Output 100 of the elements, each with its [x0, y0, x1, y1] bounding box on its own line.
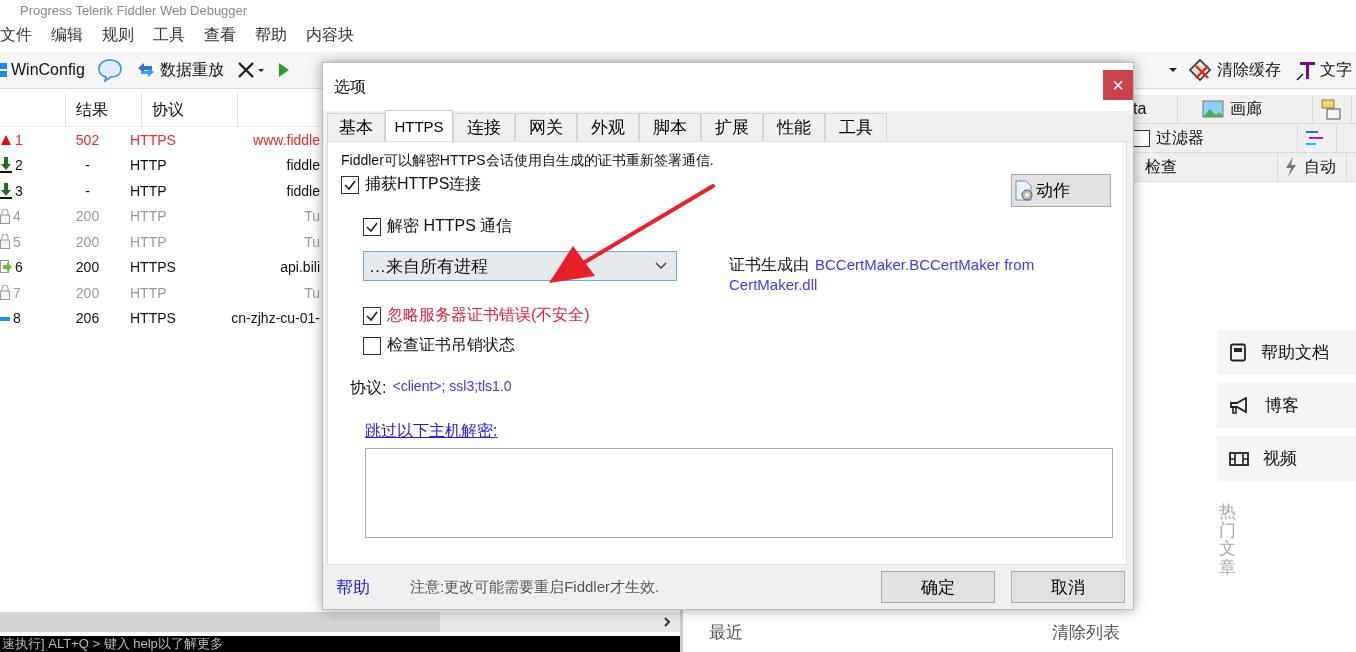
dialog-button[interactable]: 确定 — [881, 571, 995, 603]
side-link[interactable]: 帮助文档 — [1217, 330, 1356, 375]
tab[interactable]: 网关 — [515, 113, 577, 141]
table-cell-text: 200 — [74, 259, 101, 276]
column-header[interactable]: 结果 — [66, 94, 142, 126]
table-cell-text: HTTP — [129, 284, 168, 301]
remove-icon — [235, 60, 266, 80]
session-number: 4 — [13, 208, 21, 225]
tab[interactable]: 基本 — [327, 113, 385, 141]
download-icon — [0, 182, 12, 199]
note-text: 注意:更改可能需要重启Fiddler才生效. — [410, 577, 661, 597]
table-cell-text: HTTP — [129, 208, 168, 225]
tab[interactable]: 脚本 — [639, 113, 701, 141]
book-icon — [1229, 342, 1247, 363]
window-title: Progress Telerik Fiddler Web Debugger — [20, 4, 248, 18]
table-cell-text: Tu — [303, 284, 320, 301]
tab[interactable]: 画廊 — [1178, 95, 1313, 123]
process-dropdown[interactable]: …来自所有进程 — [363, 251, 677, 281]
table-cell-text: 206 — [74, 310, 101, 327]
table-cell-text: api.bili — [279, 259, 320, 276]
play-icon — [277, 61, 290, 79]
document-gear-icon — [1014, 178, 1036, 203]
text-icon — [1295, 59, 1317, 81]
tab[interactable]: 性能 — [763, 113, 825, 141]
toolbar-button[interactable]: WinConfig — [0, 59, 89, 81]
lightning-icon — [1284, 157, 1298, 177]
download-icon — [0, 157, 12, 174]
timeline-icon — [1304, 130, 1326, 146]
table-cell-text: 200 — [74, 208, 101, 225]
toolbar-button[interactable]: 数据重放 — [130, 57, 228, 83]
column-header[interactable]: 协议 — [142, 94, 238, 126]
tab[interactable]: 工具 — [825, 113, 887, 141]
checkbox[interactable]: 检查证书吊销状态 — [363, 335, 515, 356]
table-cell-text: HTTPS — [129, 131, 177, 148]
table-cell-text: HTTP — [129, 233, 168, 250]
protocols-value: <client>; ssl3;tls1.0 — [392, 378, 512, 396]
caret-icon[interactable] — [1168, 66, 1178, 74]
table-cell-text: fiddle — [285, 182, 320, 199]
section-label: 热门文章 — [1219, 503, 1236, 578]
action-button[interactable]: 动作 — [1011, 174, 1111, 207]
table-cell-text: 200 — [74, 284, 101, 301]
chevron-icon — [654, 261, 668, 271]
table-cell-text: Tu — [303, 233, 320, 250]
tab[interactable]: 自动 — [1278, 153, 1347, 181]
tab[interactable]: 外观 — [577, 113, 639, 141]
scrollbar[interactable] — [0, 612, 680, 632]
session-number: 2 — [15, 157, 23, 174]
checkbox[interactable]: 忽略服务器证书错误(不安全) — [363, 305, 590, 326]
session-number: 6 — [15, 259, 23, 276]
table-cell-text: 502 — [74, 131, 101, 148]
session-number: 8 — [13, 310, 21, 327]
table-cell-text: - — [84, 182, 91, 199]
menu-item[interactable]: 帮助 — [255, 22, 287, 48]
table-cell-text: fiddle — [285, 157, 320, 174]
eraser-icon — [1188, 58, 1214, 82]
hosts-field[interactable] — [365, 448, 1113, 538]
clear-list-link[interactable]: 清除列表 — [1052, 620, 1120, 644]
table-cell-text: 200 — [74, 233, 101, 250]
script-icon — [1319, 98, 1341, 120]
film-icon — [1229, 450, 1249, 467]
table-cell-text: HTTPS — [129, 259, 177, 276]
menu-item[interactable]: 工具 — [153, 22, 185, 48]
table-cell-text: HTTP — [129, 182, 168, 199]
chat-icon — [96, 58, 123, 82]
toolbar-button[interactable]: 文字 — [1291, 57, 1356, 83]
warning-icon — [0, 133, 12, 146]
side-link[interactable]: 视频 — [1217, 436, 1356, 481]
section-title: 最近 — [709, 621, 743, 644]
protocols-label: 协议: — [350, 378, 387, 398]
table-cell-text: HTTP — [129, 157, 168, 174]
menu-item[interactable]: 编辑 — [51, 22, 83, 48]
session-number: 1 — [15, 131, 23, 148]
checkbox[interactable]: 捕获HTTPS连接 — [341, 174, 482, 195]
chevron-icon[interactable] — [662, 616, 672, 628]
tab[interactable]: 扩展 — [701, 113, 763, 141]
menu-item[interactable]: 内容块 — [306, 22, 354, 48]
toolbar-button[interactable]: 清除缓存 — [1184, 56, 1285, 84]
image-icon — [1202, 100, 1224, 118]
tab[interactable]: HTTPS — [385, 110, 453, 141]
table-cell-text: HTTPS — [129, 310, 177, 327]
menu-item[interactable]: 规则 — [102, 22, 134, 48]
help-link[interactable]: 帮助 — [336, 575, 370, 599]
table-cell-text: Tu — [303, 208, 320, 225]
close-button[interactable]: × — [1103, 70, 1133, 100]
side-link[interactable]: 博客 — [1217, 383, 1356, 428]
grid-icon — [0, 61, 8, 79]
table-cell-text: - — [84, 157, 91, 174]
menu-item[interactable]: 文件 — [0, 22, 32, 48]
skip-hosts-link[interactable]: 跳过以下主机解密: — [365, 421, 498, 442]
dialog-title: 选项 — [334, 76, 366, 97]
table-cell-text: cn-zjhz-cu-01- — [230, 310, 320, 327]
session-number: 5 — [13, 233, 21, 250]
session-number: 3 — [15, 182, 23, 199]
tab[interactable]: 连接 — [453, 113, 515, 141]
checkbox[interactable]: 解密 HTTPS 通信 — [363, 216, 513, 237]
dialog-button[interactable]: 取消 — [1011, 571, 1125, 603]
cert-maker-text: 证书生成由 BCCertMaker.BCCertMaker from CertMaker.dll — [729, 255, 1036, 295]
table-cell-text: www.fiddle — [252, 131, 320, 148]
menu-item[interactable]: 查看 — [204, 22, 236, 48]
description: Fiddler可以解密HTTPS会话使用自生成的证书重新签署通信. — [341, 152, 715, 170]
